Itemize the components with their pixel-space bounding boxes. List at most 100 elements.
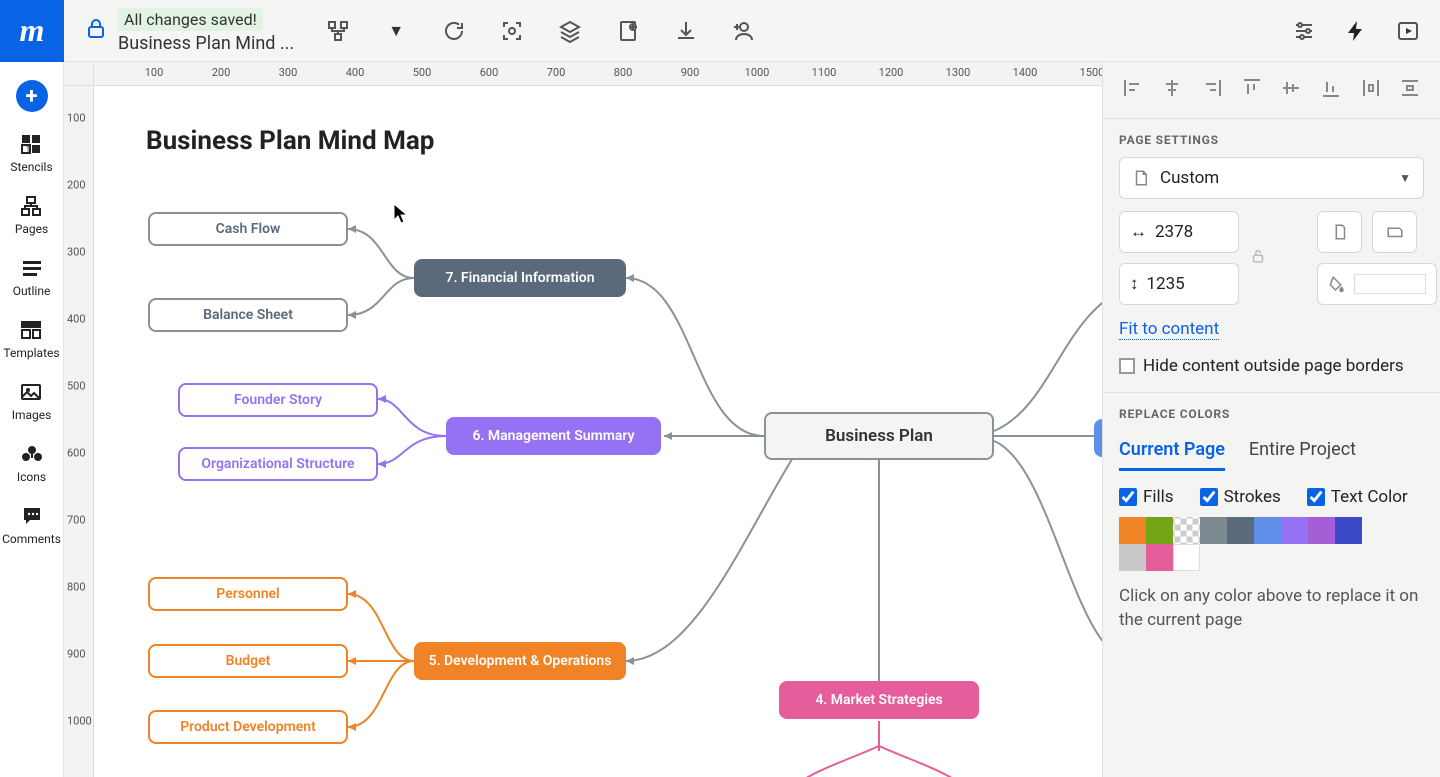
doc-title[interactable]: Business Plan Mind ... [118,33,294,54]
input-value: 1235 [1147,274,1185,294]
lock-icon[interactable] [84,17,108,45]
color-swatch[interactable] [1173,517,1200,544]
align-toolbar [1103,62,1440,119]
node-label: 5. Development & Operations [429,653,612,669]
node-label: Balance Sheet [203,307,293,323]
node-main[interactable]: Business Plan [764,412,994,460]
sidebar-item-icons[interactable]: Icons [17,442,46,484]
sidebar-item-outline[interactable]: Outline [13,256,51,298]
play-icon[interactable] [1394,17,1422,45]
node-budget[interactable]: Budget [148,644,348,678]
node-financial[interactable]: 7. Financial Information [414,259,626,297]
align-left-icon[interactable] [1121,76,1145,104]
color-swatch[interactable] [1173,544,1200,571]
sidebar-item-stencils[interactable]: T Stencils [10,132,52,174]
icons-icon [20,442,44,466]
color-swatch[interactable] [1281,517,1308,544]
cursor-icon [392,202,412,226]
sidebar-item-templates[interactable]: Templates [3,318,59,360]
align-center-v-icon[interactable] [1279,76,1303,104]
sidebar-item-label: Templates [3,346,59,360]
background-color-button[interactable] [1317,263,1437,305]
width-input[interactable]: ↔ 2378 [1119,211,1239,253]
outline-icon [20,256,44,280]
color-swatch[interactable] [1227,517,1254,544]
sidebar-item-label: Stencils [10,160,52,174]
color-swatch [1354,274,1426,294]
sidebar-item-label: Comments [2,532,61,546]
top-tools: ▼ [324,17,758,45]
layers-icon[interactable] [556,17,584,45]
fills-checkbox[interactable] [1119,488,1137,506]
distribute-v-icon[interactable] [1398,76,1422,104]
align-bottom-icon[interactable] [1319,76,1343,104]
node-product-dev[interactable]: Product Development [148,710,348,744]
height-icon: ↕ [1130,274,1139,294]
saved-status: All changes saved! [118,8,263,31]
height-input[interactable]: ↕ 1235 [1119,263,1239,305]
ruler-corner [64,62,94,86]
page-settings-icon[interactable] [614,17,642,45]
templates-icon [19,318,43,342]
logo[interactable]: m [0,0,64,62]
landscape-button[interactable] [1372,211,1417,253]
color-swatch[interactable] [1308,517,1335,544]
node-label: 7. Financial Information [445,270,594,286]
align-right-icon[interactable] [1200,76,1224,104]
tab-current-page[interactable]: Current Page [1119,431,1225,471]
checkbox-label: Strokes [1224,487,1281,507]
color-swatch[interactable] [1200,517,1227,544]
distribute-h-icon[interactable] [1359,76,1383,104]
node-label: Organizational Structure [201,456,354,472]
lock-aspect-icon[interactable] [1249,247,1267,269]
focus-icon[interactable] [498,17,526,45]
color-swatch[interactable] [1146,517,1173,544]
ruler-horizontal: 1002003004005006007008009001000110012001… [94,62,1102,86]
sidebar-item-comments[interactable]: Comments [2,504,61,546]
node-balance-sheet[interactable]: Balance Sheet [148,298,348,332]
node-label: Budget [226,653,271,669]
node-market[interactable]: 4. Market Strategies [779,681,979,719]
color-swatch[interactable] [1335,517,1362,544]
refresh-icon[interactable] [440,17,468,45]
bolt-icon[interactable] [1342,17,1370,45]
dropdown-caret-icon[interactable]: ▼ [382,17,410,45]
download-icon[interactable] [672,17,700,45]
color-swatch[interactable] [1119,544,1146,571]
node-founder-story[interactable]: Founder Story [178,383,378,417]
color-swatch[interactable] [1254,517,1281,544]
node-label: 6. Management Summary [472,428,634,444]
tab-entire-project[interactable]: Entire Project [1249,431,1356,471]
node-cash-flow[interactable]: Cash Flow [148,212,348,246]
node-personnel[interactable]: Personnel [148,577,348,611]
node-label: 4. Market Strategies [815,692,942,708]
canvas[interactable]: Business Plan Mind Map [94,86,1102,777]
node-offscreen[interactable] [1094,419,1102,457]
align-top-icon[interactable] [1240,76,1264,104]
checkbox-label: Hide content outside page borders [1143,356,1404,376]
tree-icon[interactable] [324,17,352,45]
strokes-checkbox[interactable] [1200,488,1218,506]
node-devops[interactable]: 5. Development & Operations [414,642,626,680]
color-swatches [1103,517,1403,571]
canvas-area[interactable]: 1002003004005006007008009001000110012001… [64,62,1102,777]
sidebar-item-images[interactable]: Images [12,380,52,422]
hide-content-checkbox[interactable] [1119,358,1135,374]
node-org-structure[interactable]: Organizational Structure [178,447,378,481]
node-management[interactable]: 6. Management Summary [446,417,661,455]
sliders-icon[interactable] [1290,17,1318,45]
fit-to-content-link[interactable]: Fit to content [1119,319,1219,340]
align-center-h-icon[interactable] [1160,76,1184,104]
add-user-icon[interactable] [730,17,758,45]
portrait-button[interactable] [1317,211,1362,253]
page-size-select[interactable]: Custom ▼ [1119,157,1424,199]
textcolor-checkbox[interactable] [1307,488,1325,506]
add-button[interactable]: + [16,80,48,112]
checkbox-label: Text Color [1331,487,1408,507]
sidebar-item-pages[interactable]: Pages [15,194,48,236]
input-value: 2378 [1155,222,1193,242]
replace-colors-hint: Click on any color above to replace it o… [1103,571,1440,647]
color-swatch[interactable] [1119,517,1146,544]
color-swatch[interactable] [1146,544,1173,571]
sidebar-item-label: Icons [17,470,46,484]
